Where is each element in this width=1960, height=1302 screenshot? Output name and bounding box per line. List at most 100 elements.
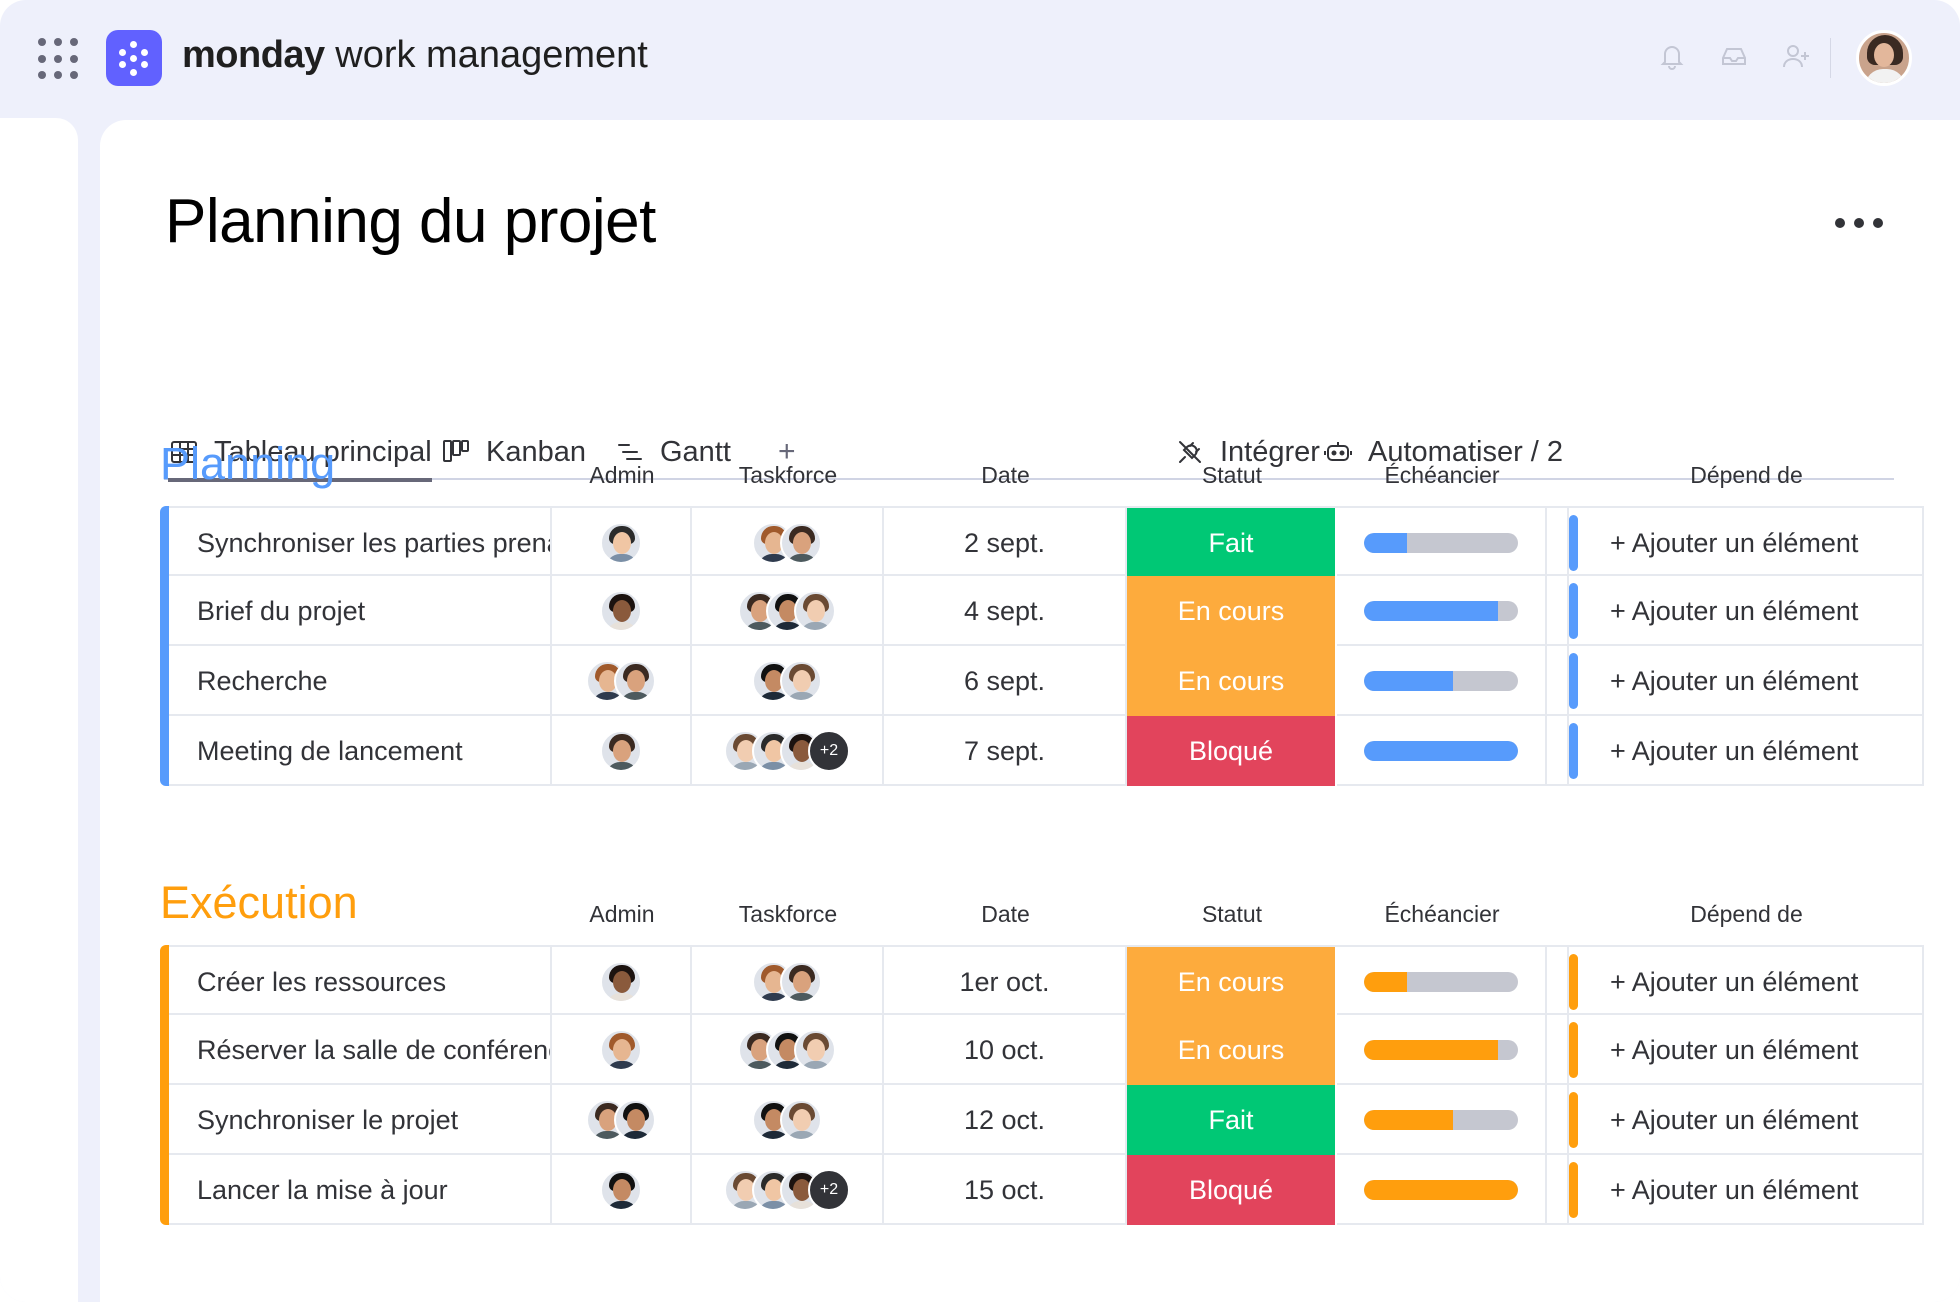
add-dependency-button[interactable]: + Ajouter un élément <box>1569 947 1924 1017</box>
date-cell[interactable]: 10 oct. <box>884 1015 1127 1085</box>
add-dependency-button[interactable]: + Ajouter un élément <box>1569 508 1924 578</box>
timeline-cell[interactable] <box>1337 1085 1547 1155</box>
apps-grid-icon[interactable] <box>38 38 80 80</box>
timeline-cell[interactable] <box>1337 1155 1547 1225</box>
taskforce-cell[interactable] <box>692 947 884 1017</box>
date-cell[interactable]: 1er oct. <box>884 947 1127 1017</box>
status-badge[interactable]: Fait <box>1127 508 1337 578</box>
item-name[interactable]: Lancer la mise à jour <box>169 1155 552 1225</box>
add-dependency-button[interactable]: + Ajouter un élément <box>1569 1155 1924 1225</box>
table-row[interactable]: Recherche 6 sept. En cours + Ajouter un élé… <box>169 646 1924 716</box>
admin-cell[interactable] <box>552 1155 692 1225</box>
item-name[interactable]: Créer les ressources <box>169 947 552 1017</box>
timeline-bar[interactable] <box>1364 1110 1518 1130</box>
column-header-status[interactable]: Statut <box>1127 462 1337 489</box>
taskforce-cell[interactable]: +2 <box>692 1155 884 1225</box>
more-options-icon[interactable] <box>1835 218 1883 228</box>
avatar[interactable] <box>600 1029 642 1071</box>
timeline-cell[interactable] <box>1337 576 1547 646</box>
timeline-bar[interactable] <box>1364 671 1518 691</box>
item-name[interactable]: Meeting de lancement <box>169 716 552 786</box>
timeline-bar[interactable] <box>1364 741 1518 761</box>
taskforce-cell[interactable] <box>692 508 884 578</box>
status-badge[interactable]: Fait <box>1127 1085 1337 1155</box>
group-title[interactable]: Planning <box>160 438 335 490</box>
avatar[interactable] <box>614 1099 656 1141</box>
timeline-cell[interactable] <box>1337 646 1547 716</box>
more-people-badge[interactable]: +2 <box>808 730 850 772</box>
column-header-timeline[interactable]: Échéancier <box>1337 901 1547 928</box>
date-cell[interactable]: 12 oct. <box>884 1085 1127 1155</box>
item-name[interactable]: Recherche <box>169 646 552 716</box>
admin-cell[interactable] <box>552 716 692 786</box>
timeline-bar[interactable] <box>1364 1180 1518 1200</box>
avatar[interactable] <box>780 961 822 1003</box>
timeline-bar[interactable] <box>1364 1040 1518 1060</box>
timeline-bar[interactable] <box>1364 972 1518 992</box>
add-dependency-button[interactable]: + Ajouter un élément <box>1569 716 1924 786</box>
taskforce-cell[interactable] <box>692 1085 884 1155</box>
column-header-depends[interactable]: Dépend de <box>1569 462 1924 489</box>
status-badge[interactable]: Bloqué <box>1127 1155 1337 1225</box>
column-header-taskforce[interactable]: Taskforce <box>692 462 884 489</box>
date-cell[interactable]: 4 sept. <box>884 576 1127 646</box>
admin-cell[interactable] <box>552 1015 692 1085</box>
avatar[interactable] <box>780 522 822 564</box>
timeline-cell[interactable] <box>1337 716 1547 786</box>
user-avatar[interactable] <box>1856 30 1912 86</box>
timeline-bar[interactable] <box>1364 533 1518 553</box>
table-row[interactable]: Brief du projet 4 sept. En cours + Ajouter … <box>169 576 1924 646</box>
monday-logo-icon[interactable] <box>106 30 162 86</box>
item-name[interactable]: Réserver la salle de conférence <box>169 1015 552 1085</box>
table-row[interactable]: Synchroniser les parties prenantes 2 sept… <box>169 506 1924 578</box>
add-dependency-button[interactable]: + Ajouter un élément <box>1569 576 1924 646</box>
avatar[interactable] <box>794 1029 836 1071</box>
more-people-badge[interactable]: +2 <box>808 1169 850 1211</box>
avatar[interactable] <box>600 1169 642 1211</box>
date-cell[interactable]: 2 sept. <box>884 508 1127 578</box>
table-row[interactable]: Meeting de lancement +2 7 sept. Bloqué + Ajo… <box>169 716 1924 786</box>
date-cell[interactable]: 15 oct. <box>884 1155 1127 1225</box>
column-header-admin[interactable]: Admin <box>552 901 692 928</box>
taskforce-cell[interactable] <box>692 646 884 716</box>
avatar[interactable] <box>614 660 656 702</box>
taskforce-cell[interactable]: +2 <box>692 716 884 786</box>
admin-cell[interactable] <box>552 947 692 1017</box>
avatar[interactable] <box>600 961 642 1003</box>
date-cell[interactable]: 7 sept. <box>884 716 1127 786</box>
admin-cell[interactable] <box>552 646 692 716</box>
timeline-cell[interactable] <box>1337 1015 1547 1085</box>
column-header-date[interactable]: Date <box>884 901 1127 928</box>
avatar[interactable] <box>600 590 642 632</box>
taskforce-cell[interactable] <box>692 576 884 646</box>
add-dependency-button[interactable]: + Ajouter un élément <box>1569 1015 1924 1085</box>
table-row[interactable]: Lancer la mise à jour +2 15 oct. Bloqué + Aj… <box>169 1155 1924 1225</box>
table-row[interactable]: Synchroniser le projet 12 oct. Fait + Ajout… <box>169 1085 1924 1155</box>
item-name[interactable]: Synchroniser le projet <box>169 1085 552 1155</box>
admin-cell[interactable] <box>552 1085 692 1155</box>
inbox-icon[interactable] <box>1718 40 1750 72</box>
add-dependency-button[interactable]: + Ajouter un élément <box>1569 646 1924 716</box>
date-cell[interactable]: 6 sept. <box>884 646 1127 716</box>
group-title[interactable]: Exécution <box>160 877 358 929</box>
avatar[interactable] <box>794 590 836 632</box>
item-name[interactable]: Synchroniser les parties prenantes <box>169 508 552 578</box>
column-header-taskforce[interactable]: Taskforce <box>692 901 884 928</box>
status-badge[interactable]: Bloqué <box>1127 716 1337 786</box>
admin-cell[interactable] <box>552 508 692 578</box>
column-header-depends[interactable]: Dépend de <box>1569 901 1924 928</box>
column-header-timeline[interactable]: Échéancier <box>1337 462 1547 489</box>
timeline-cell[interactable] <box>1337 947 1547 1017</box>
timeline-cell[interactable] <box>1337 508 1547 578</box>
status-badge[interactable]: En cours <box>1127 947 1337 1017</box>
bell-icon[interactable] <box>1656 40 1688 72</box>
column-header-status[interactable]: Statut <box>1127 901 1337 928</box>
add-dependency-button[interactable]: + Ajouter un élément <box>1569 1085 1924 1155</box>
column-header-admin[interactable]: Admin <box>552 462 692 489</box>
table-row[interactable]: Réserver la salle de conférence 10 oct. En… <box>169 1015 1924 1085</box>
avatar[interactable] <box>600 522 642 564</box>
status-badge[interactable]: En cours <box>1127 576 1337 646</box>
admin-cell[interactable] <box>552 576 692 646</box>
status-badge[interactable]: En cours <box>1127 1015 1337 1085</box>
taskforce-cell[interactable] <box>692 1015 884 1085</box>
